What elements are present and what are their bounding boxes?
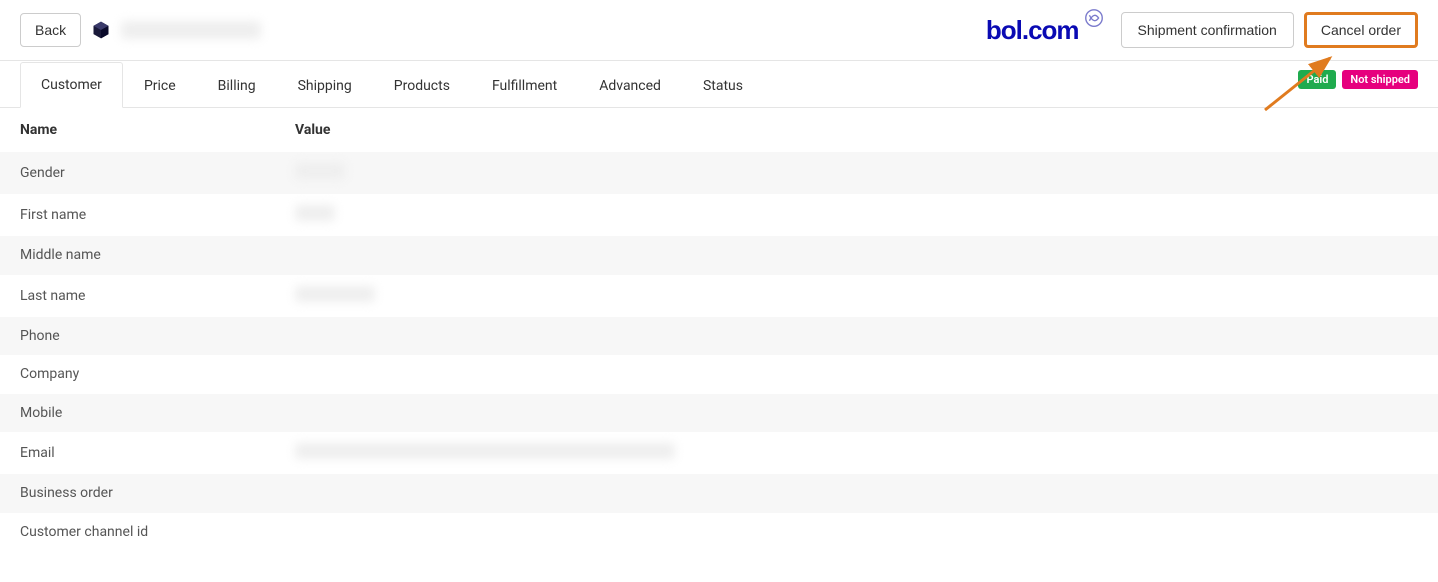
row-name: Customer channel id [20, 524, 295, 540]
shipment-confirmation-button[interactable]: Shipment confirmation [1121, 12, 1294, 48]
row-name: First name [20, 207, 295, 223]
row-name: Mobile [20, 405, 295, 421]
blurred-value [295, 163, 345, 179]
tab-fulfillment[interactable]: Fulfillment [471, 63, 578, 108]
row-name: Email [20, 445, 295, 461]
table-row: Gender [0, 152, 1438, 194]
row-value [295, 443, 1418, 463]
brand-text: bol.com [986, 15, 1079, 46]
status-badges: Paid Not shipped [1298, 70, 1418, 99]
row-name: Gender [20, 165, 295, 181]
brand-logo: bol.com [986, 15, 1105, 46]
top-bar: Back bol.com Shipment confirmation Cance… [0, 0, 1438, 61]
row-name: Middle name [20, 247, 295, 263]
col-header-name: Name [20, 122, 295, 138]
table-row: First name [0, 194, 1438, 236]
table-row: Last name [0, 275, 1438, 317]
tab-billing[interactable]: Billing [197, 63, 277, 108]
tab-shipping[interactable]: Shipping [277, 63, 373, 108]
table-body: Gender First name Middle name Last name Phon… [0, 152, 1438, 551]
row-value [295, 286, 1418, 306]
col-header-value: Value [295, 122, 1418, 138]
row-name: Phone [20, 328, 295, 344]
brand-swirl-icon [1083, 7, 1105, 33]
row-name: Company [20, 366, 295, 382]
paid-badge: Paid [1298, 70, 1336, 89]
top-left: Back [20, 13, 261, 47]
tab-advanced[interactable]: Advanced [578, 63, 682, 108]
tab-bar: CustomerPriceBillingShippingProductsFulf… [20, 61, 764, 107]
row-name: Last name [20, 288, 295, 304]
not-shipped-badge: Not shipped [1342, 70, 1418, 89]
customer-table: Name Value Gender First name Middle name La… [0, 108, 1438, 551]
top-right: bol.com Shipment confirmation Cancel ord… [986, 12, 1418, 48]
table-row: Middle name [0, 236, 1438, 275]
back-button[interactable]: Back [20, 13, 81, 47]
blurred-value [295, 205, 335, 221]
package-icon [91, 20, 111, 40]
table-row: Customer channel id [0, 513, 1438, 552]
tab-bar-wrap: CustomerPriceBillingShippingProductsFulf… [0, 61, 1438, 108]
tab-price[interactable]: Price [123, 63, 197, 108]
table-row: Phone [0, 317, 1438, 356]
row-name: Business order [20, 485, 295, 501]
table-row: Mobile [0, 394, 1438, 433]
tab-products[interactable]: Products [373, 63, 471, 108]
blurred-value [295, 286, 375, 302]
table-row: Business order [0, 474, 1438, 513]
table-row: Email [0, 432, 1438, 474]
tab-status[interactable]: Status [682, 63, 764, 108]
row-value [295, 205, 1418, 225]
blurred-value [295, 443, 675, 459]
cancel-order-button[interactable]: Cancel order [1304, 12, 1418, 48]
order-id-blurred [121, 21, 261, 39]
row-value [295, 163, 1418, 183]
table-header: Name Value [0, 108, 1438, 152]
tab-customer[interactable]: Customer [20, 62, 123, 108]
table-row: Company [0, 355, 1438, 394]
